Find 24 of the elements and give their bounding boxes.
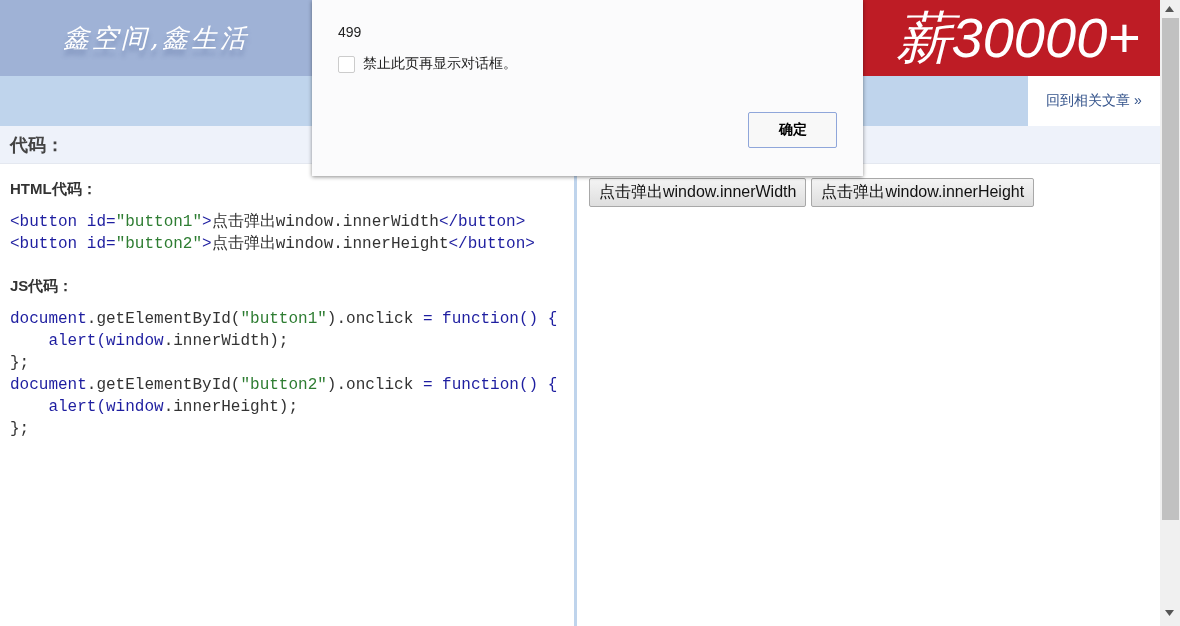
demo-button[interactable]: 点击弹出window.innerHeight xyxy=(811,178,1035,207)
scroll-down-icon[interactable] xyxy=(1165,610,1174,616)
back-link[interactable]: 回到相关文章 » xyxy=(1046,92,1142,110)
html-heading: HTML代码： xyxy=(10,180,98,199)
checkbox-label[interactable]: 禁止此页再显示对话框。 xyxy=(363,55,517,73)
scrollbar[interactable] xyxy=(1160,0,1180,626)
code-line: }; xyxy=(10,353,31,374)
ok-button[interactable]: 确定 xyxy=(748,112,837,148)
code-line: <button id="button1">点击弹出window.innerWidth</button> xyxy=(10,211,527,233)
demo-button[interactable]: 点击弹出window.innerWidth xyxy=(589,178,807,207)
dialog-message: 499 xyxy=(338,24,363,40)
js-heading: JS代码： xyxy=(10,277,75,296)
code-line: alert(window.innerWidth); xyxy=(47,331,290,352)
code-line: document.getElementById("button2").onclick = function() { xyxy=(10,375,559,396)
scroll-thumb[interactable] xyxy=(1161,18,1179,520)
checkbox[interactable] xyxy=(338,55,355,73)
code-line: alert(window.innerHeight); xyxy=(47,397,300,418)
section-title: 代码： xyxy=(10,133,64,157)
code-line: document.getElementById("button1").onclick = function() { xyxy=(10,309,559,330)
code-line: }; xyxy=(10,419,31,440)
code-line: <button id="button2">点击弹出window.innerHeight</button> xyxy=(10,233,536,255)
ad-banner[interactable]: 薪30000+ xyxy=(863,0,1160,76)
scroll-up-icon[interactable] xyxy=(1165,6,1174,12)
site-logo: 鑫空间,鑫生活 xyxy=(63,21,249,55)
